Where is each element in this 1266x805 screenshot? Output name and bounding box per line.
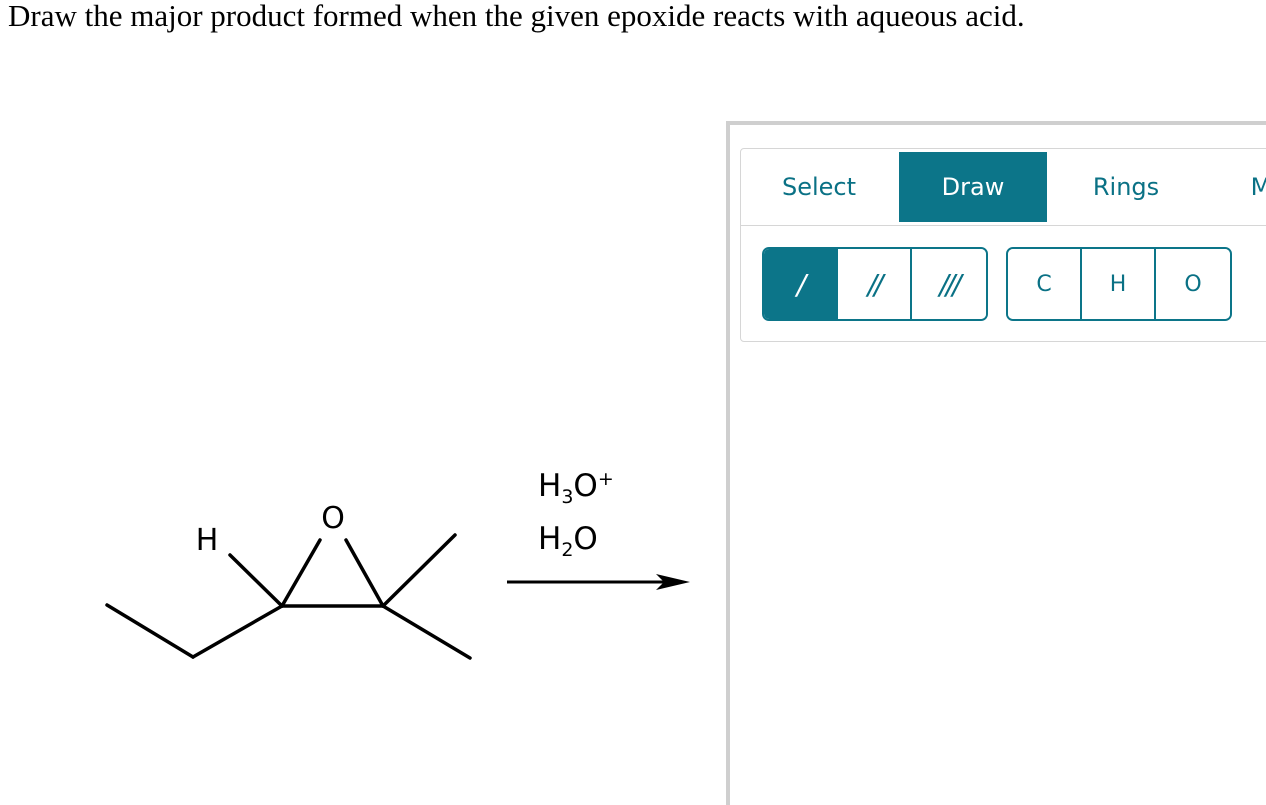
atom-label-o: O [321,501,345,536]
atom-tool-group: C H O [1006,247,1232,321]
atom-h-button[interactable]: H [1082,249,1156,319]
bond-c3-methyl-down [381,604,472,660]
single-bond-icon: / [796,267,807,301]
double-bond-button[interactable]: // [838,249,912,319]
bond-c2-h [228,553,284,608]
bond-ethyl-ch2 [191,604,284,659]
single-bond-button[interactable]: / [764,249,838,319]
epoxide-structure [105,533,472,660]
atom-label-h: H [196,523,219,558]
drawing-toolbar: Select Draw Rings M / // /// C H O [740,148,1266,342]
bond-ethyl-ch3 [105,603,195,659]
bond-c3-methyl-up [381,533,457,608]
atom-o-button[interactable]: O [1156,249,1230,319]
triple-bond-icon: /// [939,267,961,301]
reaction-arrow [507,574,690,590]
reagent-hydronium: H3O+ [538,468,614,508]
bond-c2-o [280,538,322,608]
tab-draw[interactable]: Draw [899,152,1047,222]
reagent-water: H2O [538,521,598,561]
tab-select[interactable]: Select [741,152,897,222]
atom-c-button[interactable]: C [1008,249,1082,319]
bond-c3-o [344,538,385,608]
tab-rings[interactable]: Rings [1051,152,1201,222]
bond-tool-group: / // /// [762,247,988,321]
toolbar-tabs: Select Draw Rings M [741,149,1266,226]
double-bond-icon: // [867,267,884,301]
tab-more[interactable]: M [1241,152,1266,222]
triple-bond-button[interactable]: /// [912,249,986,319]
reaction-scheme: H O [105,501,690,660]
